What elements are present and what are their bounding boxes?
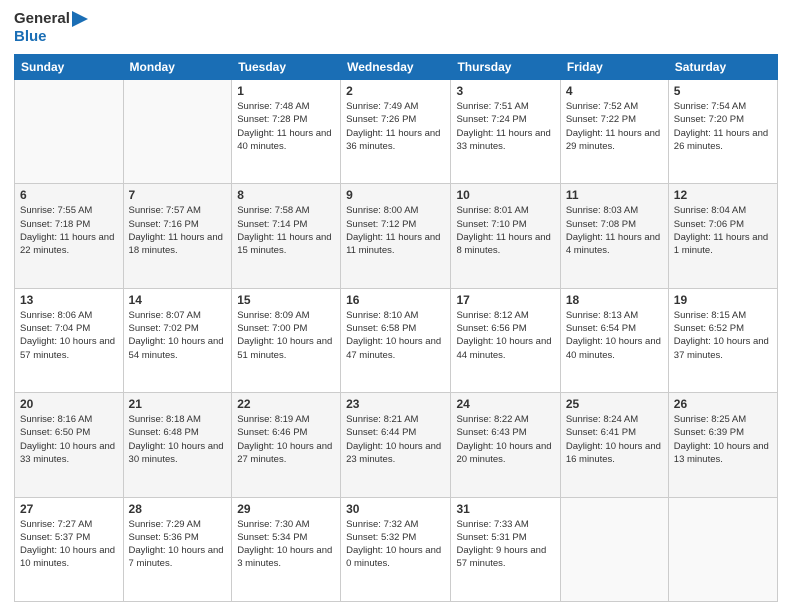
calendar-cell: 1 Sunrise: 7:48 AMSunset: 7:28 PMDayligh… xyxy=(232,80,341,184)
week-row-5: 27 Sunrise: 7:27 AMSunset: 5:37 PMDaylig… xyxy=(15,497,778,601)
calendar-cell xyxy=(668,497,777,601)
calendar-table: SundayMondayTuesdayWednesdayThursdayFrid… xyxy=(14,54,778,602)
calendar-cell: 22 Sunrise: 8:19 AMSunset: 6:46 PMDaylig… xyxy=(232,393,341,497)
calendar-cell: 15 Sunrise: 8:09 AMSunset: 7:00 PMDaylig… xyxy=(232,288,341,392)
week-row-3: 13 Sunrise: 8:06 AMSunset: 7:04 PMDaylig… xyxy=(15,288,778,392)
calendar-cell: 27 Sunrise: 7:27 AMSunset: 5:37 PMDaylig… xyxy=(15,497,124,601)
calendar-cell: 4 Sunrise: 7:52 AMSunset: 7:22 PMDayligh… xyxy=(560,80,668,184)
calendar-cell: 3 Sunrise: 7:51 AMSunset: 7:24 PMDayligh… xyxy=(451,80,560,184)
calendar-cell: 24 Sunrise: 8:22 AMSunset: 6:43 PMDaylig… xyxy=(451,393,560,497)
calendar-cell: 10 Sunrise: 8:01 AMSunset: 7:10 PMDaylig… xyxy=(451,184,560,288)
calendar-page: General Blue SundayMondayTuesdayWednesda… xyxy=(0,0,792,612)
header: General Blue xyxy=(14,10,778,46)
calendar-cell: 21 Sunrise: 8:18 AMSunset: 6:48 PMDaylig… xyxy=(123,393,232,497)
calendar-cell: 25 Sunrise: 8:24 AMSunset: 6:41 PMDaylig… xyxy=(560,393,668,497)
calendar-cell: 23 Sunrise: 8:21 AMSunset: 6:44 PMDaylig… xyxy=(341,393,451,497)
header-day-sunday: Sunday xyxy=(15,55,124,80)
calendar-cell: 29 Sunrise: 7:30 AMSunset: 5:34 PMDaylig… xyxy=(232,497,341,601)
header-day-tuesday: Tuesday xyxy=(232,55,341,80)
calendar-cell: 9 Sunrise: 8:00 AMSunset: 7:12 PMDayligh… xyxy=(341,184,451,288)
calendar-cell: 17 Sunrise: 8:12 AMSunset: 6:56 PMDaylig… xyxy=(451,288,560,392)
calendar-cell: 28 Sunrise: 7:29 AMSunset: 5:36 PMDaylig… xyxy=(123,497,232,601)
calendar-cell: 16 Sunrise: 8:10 AMSunset: 6:58 PMDaylig… xyxy=(341,288,451,392)
calendar-cell xyxy=(123,80,232,184)
week-row-2: 6 Sunrise: 7:55 AMSunset: 7:18 PMDayligh… xyxy=(15,184,778,288)
calendar-cell: 14 Sunrise: 8:07 AMSunset: 7:02 PMDaylig… xyxy=(123,288,232,392)
header-day-friday: Friday xyxy=(560,55,668,80)
calendar-cell: 18 Sunrise: 8:13 AMSunset: 6:54 PMDaylig… xyxy=(560,288,668,392)
calendar-cell: 31 Sunrise: 7:33 AMSunset: 5:31 PMDaylig… xyxy=(451,497,560,601)
header-day-monday: Monday xyxy=(123,55,232,80)
calendar-cell: 2 Sunrise: 7:49 AMSunset: 7:26 PMDayligh… xyxy=(341,80,451,184)
logo-triangle-icon xyxy=(72,11,88,27)
calendar-cell xyxy=(560,497,668,601)
calendar-cell: 12 Sunrise: 8:04 AMSunset: 7:06 PMDaylig… xyxy=(668,184,777,288)
calendar-cell: 20 Sunrise: 8:16 AMSunset: 6:50 PMDaylig… xyxy=(15,393,124,497)
week-row-1: 1 Sunrise: 7:48 AMSunset: 7:28 PMDayligh… xyxy=(15,80,778,184)
calendar-cell: 11 Sunrise: 8:03 AMSunset: 7:08 PMDaylig… xyxy=(560,184,668,288)
calendar-cell: 19 Sunrise: 8:15 AMSunset: 6:52 PMDaylig… xyxy=(668,288,777,392)
calendar-cell: 7 Sunrise: 7:57 AMSunset: 7:16 PMDayligh… xyxy=(123,184,232,288)
calendar-cell: 30 Sunrise: 7:32 AMSunset: 5:32 PMDaylig… xyxy=(341,497,451,601)
calendar-cell: 8 Sunrise: 7:58 AMSunset: 7:14 PMDayligh… xyxy=(232,184,341,288)
header-row: SundayMondayTuesdayWednesdayThursdayFrid… xyxy=(15,55,778,80)
week-row-4: 20 Sunrise: 8:16 AMSunset: 6:50 PMDaylig… xyxy=(15,393,778,497)
logo-area: General Blue xyxy=(14,10,88,46)
logo: General Blue xyxy=(14,10,88,46)
header-day-wednesday: Wednesday xyxy=(341,55,451,80)
calendar-cell: 26 Sunrise: 8:25 AMSunset: 6:39 PMDaylig… xyxy=(668,393,777,497)
calendar-cell: 5 Sunrise: 7:54 AMSunset: 7:20 PMDayligh… xyxy=(668,80,777,184)
header-day-saturday: Saturday xyxy=(668,55,777,80)
calendar-cell: 13 Sunrise: 8:06 AMSunset: 7:04 PMDaylig… xyxy=(15,288,124,392)
calendar-cell xyxy=(15,80,124,184)
calendar-cell: 6 Sunrise: 7:55 AMSunset: 7:18 PMDayligh… xyxy=(15,184,124,288)
header-day-thursday: Thursday xyxy=(451,55,560,80)
